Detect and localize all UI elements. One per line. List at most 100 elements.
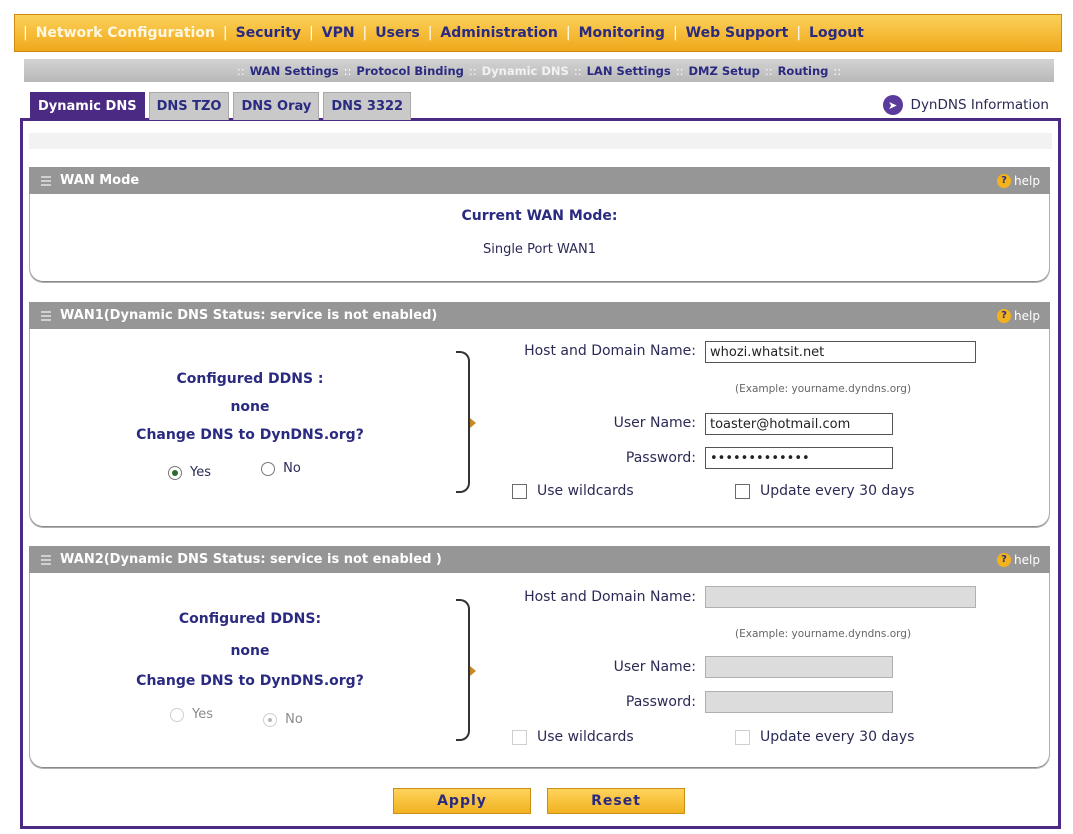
tab-dns-3322[interactable]: DNS 3322 [323,92,412,120]
nav-monitoring[interactable]: Monitoring [579,25,665,41]
arrow-right-icon: ➤ [882,95,903,115]
tab-dynamic-dns[interactable]: Dynamic DNS [30,92,145,120]
nav-logout[interactable]: Logout [809,25,864,41]
wan1-panel: Configured DDNS : none Change DNS to Dyn… [29,329,1050,528]
current-wan-mode-value: Single Port WAN1 [482,242,597,257]
subnav-routing[interactable]: Routing [778,64,829,78]
checkbox-box [512,483,527,499]
wan1-yes-label: Yes [190,465,211,480]
checkbox-box [512,729,527,745]
dyndns-information-label: DynDNS Information [910,97,1049,113]
help-icon: ? [997,173,1012,188]
reset-button[interactable]: Reset [547,788,685,814]
wan1-host-label: Host and Domain Name: [524,343,696,359]
wan-mode-help[interactable]: ? help [997,173,1040,188]
wan2-wildcards-checkbox[interactable]: Use wildcards [512,729,634,745]
apply-button[interactable]: Apply [393,788,531,814]
nav-separator: | [309,25,314,41]
nav-security[interactable]: Security [236,25,301,41]
wan1-password-input[interactable] [705,447,893,469]
nav-users[interactable]: Users [375,25,419,41]
wan2-host-input[interactable] [705,586,976,608]
wan2-no-label: No [285,712,303,727]
help-label: help [1014,552,1040,567]
nav-network-configuration[interactable]: Network Configuration [36,25,215,41]
brace-pointer-icon [470,418,476,428]
wan2-user-label: User Name: [613,659,696,675]
wan2-update-label: Update every 30 days [760,729,915,745]
current-wan-mode-label: Current WAN Mode: [461,208,618,224]
wan1-user-input[interactable] [705,413,893,435]
wan1-change-dns-label: Change DNS to DynDNS.org? [136,427,364,443]
nav-separator: | [362,25,368,41]
help-label: help [1014,308,1040,323]
subnav-wan-settings[interactable]: WAN Settings [250,64,339,78]
nav-web-support[interactable]: Web Support [686,25,789,41]
wan2-yes-radio[interactable]: Yes [170,707,213,722]
wan2-radio-group: Yes No [170,707,303,727]
wan2-password-input[interactable] [705,691,893,713]
checkbox-box [735,729,750,745]
wan2-title: WAN2(Dynamic DNS Status: service is not … [60,552,442,567]
help-icon: ? [997,552,1012,567]
nav-administration[interactable]: Administration [440,25,557,41]
wan1-wildcards-label: Use wildcards [537,483,634,499]
nav-separator: | [796,25,802,41]
wan1-password-label: Password: [625,450,696,466]
wan2-wildcards-label: Use wildcards [537,729,634,745]
subnav-separator: :: [833,63,842,78]
top-nav: | Network Configuration | Security | VPN… [14,14,1062,52]
brace-pointer-icon [470,666,476,676]
wan1-host-input[interactable] [705,341,976,363]
nav-separator: | [672,25,678,41]
wan1-no-radio[interactable]: No [261,461,301,476]
subnav-protocol-binding[interactable]: Protocol Binding [356,64,464,78]
wan2-help[interactable]: ? help [997,552,1040,567]
wan2-configured-ddns-label: Configured DDNS: [178,611,322,627]
radio-dot [170,707,184,722]
wan2-no-radio[interactable]: No [263,712,303,727]
nav-separator: | [565,25,571,41]
subnav-separator: :: [236,63,245,78]
nav-separator: | [427,25,433,41]
subnav-dynamic-dns[interactable]: Dynamic DNS [482,64,569,78]
nav-vpn[interactable]: VPN [322,25,355,41]
sub-nav: :: WAN Settings :: Protocol Binding :: D… [24,59,1054,82]
wan2-change-dns-label: Change DNS to DynDNS.org? [136,673,364,689]
tab-dns-tzo[interactable]: DNS TZO [148,92,230,120]
wan1-host-example: (Example: yourname.dyndns.org) [735,383,912,395]
wan2-update-checkbox[interactable]: Update every 30 days [735,729,914,745]
wan2-yes-label: Yes [192,707,213,722]
subnav-separator: :: [573,63,582,78]
grip-icon [41,310,51,321]
wan1-yes-radio[interactable]: Yes [168,465,211,480]
tab-dns-oray[interactable]: DNS Oray [233,92,320,120]
subnav-separator: :: [675,63,684,78]
wan1-wildcards-checkbox[interactable]: Use wildcards [512,483,634,499]
wan2-panel: Configured DDNS: none Change DNS to DynD… [29,573,1050,769]
brace-divider [456,351,470,493]
subnav-separator: :: [343,63,352,78]
wan1-configured-ddns-label: Configured DDNS : [176,371,324,387]
wan2-user-input[interactable] [705,656,893,678]
wan-mode-title: WAN Mode [60,173,140,188]
subnav-lan-settings[interactable]: LAN Settings [587,64,671,78]
wan-mode-header: WAN Mode ? help [29,167,1050,194]
help-icon: ? [997,308,1012,323]
wan1-header: WAN1(Dynamic DNS Status: service is not … [29,302,1050,329]
dyndns-information-link[interactable]: ➤ DynDNS Information [882,95,1049,115]
subnav-dmz-setup[interactable]: DMZ Setup [688,64,759,78]
wan1-update-checkbox[interactable]: Update every 30 days [735,483,914,499]
grip-icon [41,554,51,565]
wan1-help[interactable]: ? help [997,308,1040,323]
radio-dot [168,465,182,480]
wan1-title: WAN1(Dynamic DNS Status: service is not … [60,308,438,323]
subnav-separator: :: [468,63,477,78]
wan2-header: WAN2(Dynamic DNS Status: service is not … [29,546,1050,573]
subnav-separator: :: [764,63,773,78]
radio-dot [263,712,278,727]
nav-separator: | [23,25,28,41]
help-label: help [1014,173,1040,188]
wan1-radio-group: Yes No [168,461,301,480]
wan2-configured-ddns-value: none [230,643,270,659]
